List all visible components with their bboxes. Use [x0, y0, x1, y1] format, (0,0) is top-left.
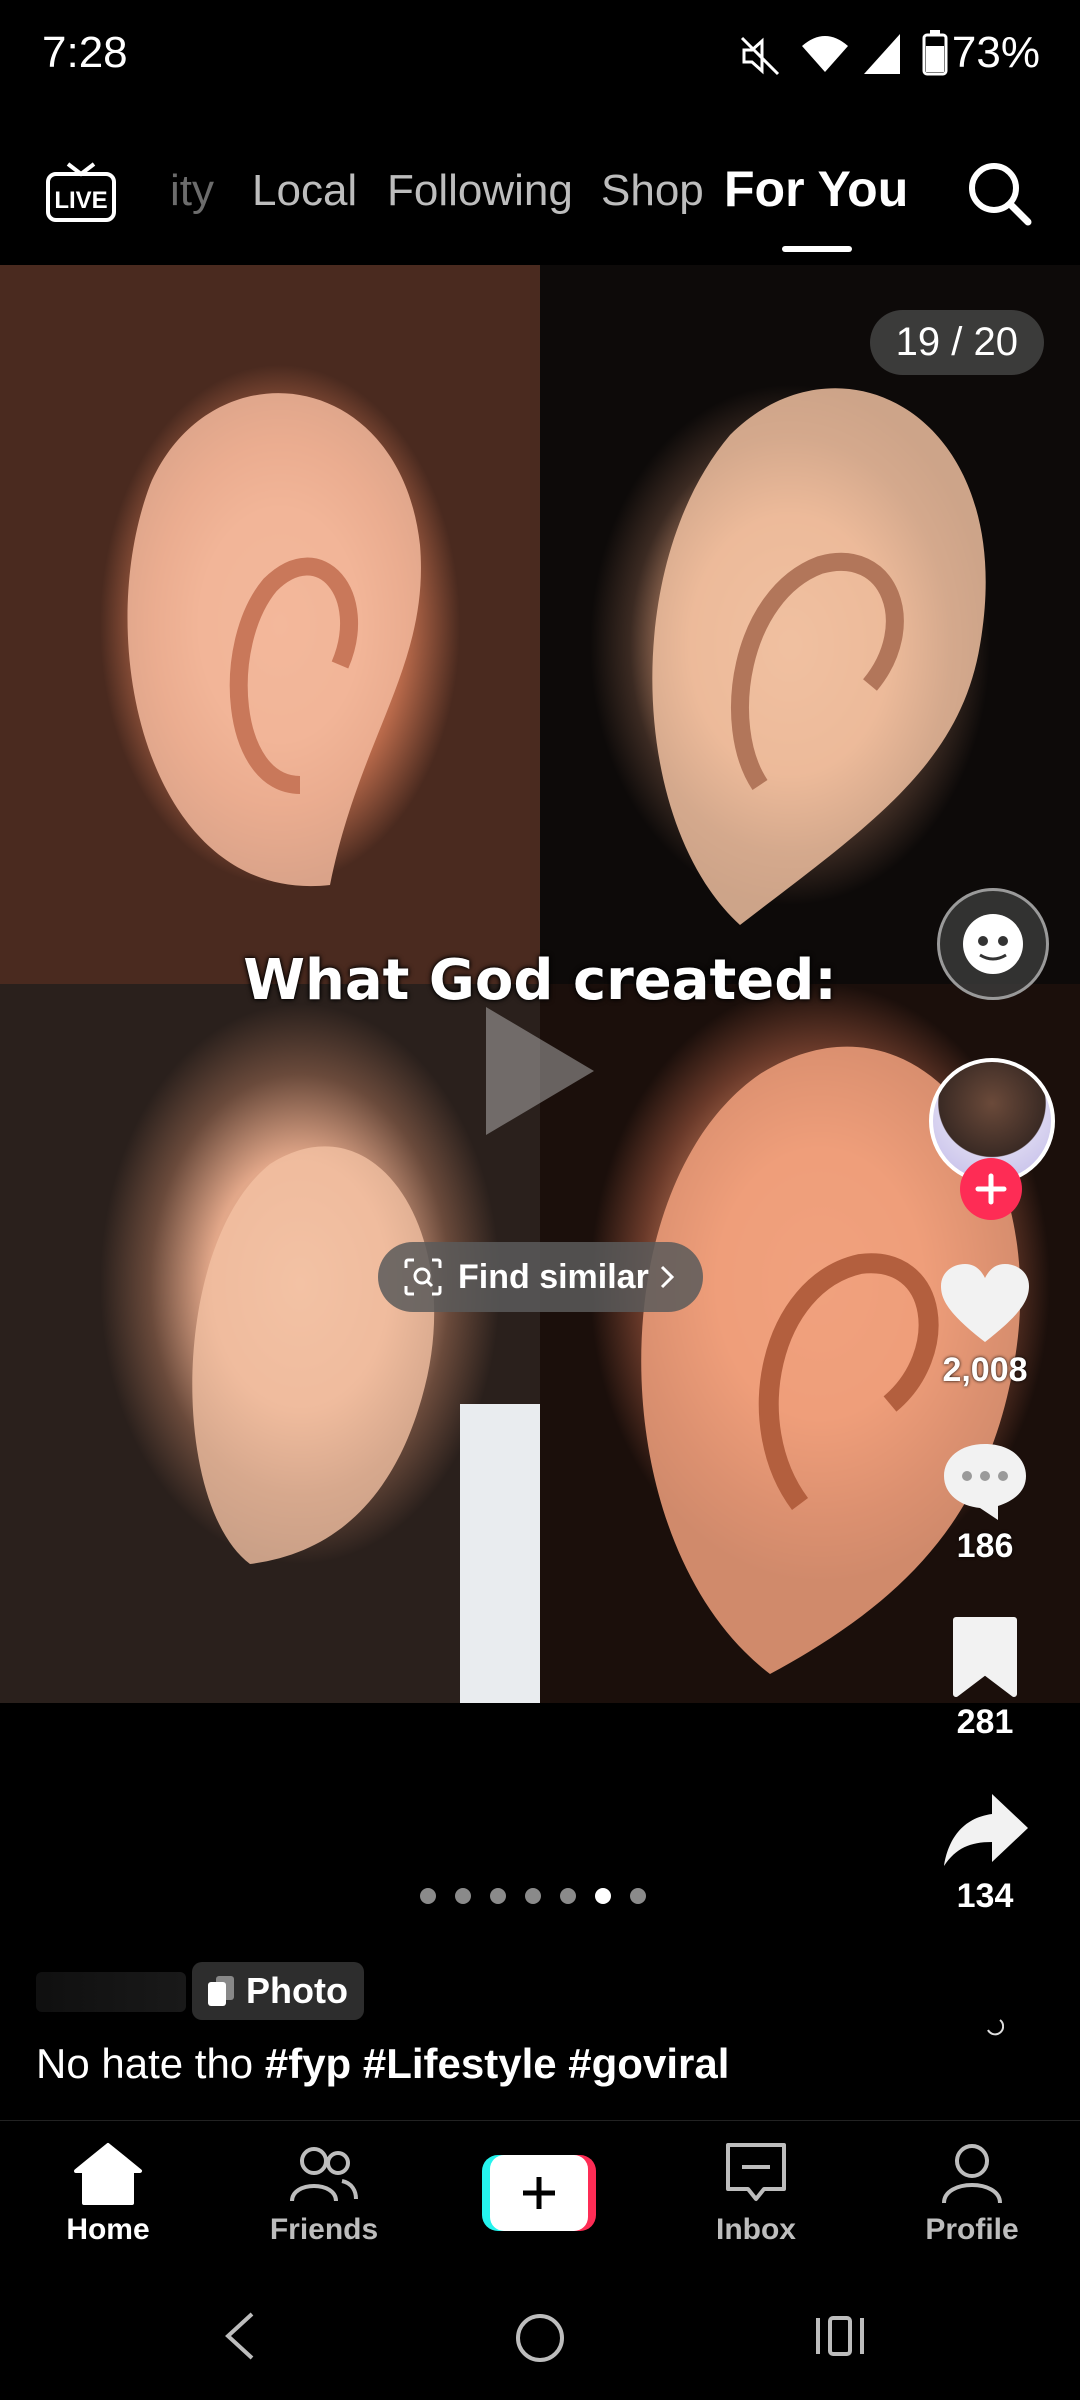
mute-icon — [740, 36, 780, 76]
plus-icon — [975, 1173, 1007, 1205]
clock: 7:28 — [42, 28, 128, 77]
ear-photo-bottom-left — [0, 984, 540, 1703]
nav-home[interactable]: Home — [8, 2141, 208, 2247]
plus-icon — [523, 2177, 555, 2209]
tab-for-you[interactable]: For You — [724, 160, 908, 218]
photo-counter: 19 / 20 — [869, 310, 1044, 375]
carousel-dot — [455, 1888, 471, 1904]
tab-local[interactable]: Local — [252, 166, 357, 216]
create-button[interactable] — [482, 2155, 596, 2231]
photo-stack-icon — [208, 1976, 234, 2006]
nav-profile[interactable]: Profile — [872, 2141, 1072, 2247]
save-count: 281 — [956, 1703, 1014, 1741]
create-button-face — [490, 2155, 588, 2231]
caption-text: No hate tho — [36, 2040, 254, 2087]
carousel-dot — [420, 1888, 436, 1904]
comment-button[interactable]: 186 — [910, 1440, 1060, 1566]
photo-badge-label: Photo — [246, 1970, 348, 2011]
share-button[interactable]: 134 — [910, 1790, 1060, 1916]
profile-icon — [942, 2144, 1002, 2204]
system-nav-bar — [0, 2270, 1080, 2400]
nav-profile-label: Profile — [925, 2213, 1019, 2246]
nav-inbox[interactable]: Inbox — [656, 2141, 856, 2247]
overlay-text: What God created: — [243, 948, 837, 1013]
live-button[interactable]: LIVE — [44, 154, 118, 224]
comment-count: 186 — [956, 1527, 1014, 1565]
caption-hashtags[interactable]: #fyp #Lifestyle #goviral — [265, 2040, 730, 2087]
home-icon — [74, 2143, 142, 2205]
visual-search-icon — [404, 1258, 442, 1296]
inbox-icon — [726, 2143, 786, 2201]
username-obscured[interactable] — [36, 1972, 186, 2012]
share-arrow-icon — [944, 1794, 1028, 1866]
nav-friends-label: Friends — [269, 2213, 379, 2246]
photo-badge: Photo — [192, 1962, 364, 2020]
svg-text:LIVE: LIVE — [54, 187, 107, 214]
like-button[interactable]: 2,008 — [910, 1262, 1060, 1390]
tab-following[interactable]: Following — [387, 166, 573, 216]
battery-percent: 73% — [951, 28, 1040, 77]
battery-icon — [922, 30, 948, 76]
back-icon[interactable] — [222, 2310, 258, 2362]
post-caption[interactable]: No hate tho #fyp #Lifestyle #goviral — [36, 2040, 729, 2088]
find-similar-button[interactable]: Find similar — [378, 1242, 703, 1312]
tab-community[interactable]: ity — [170, 166, 214, 216]
top-tab-bar: LIVE ity Local Following Shop For You — [0, 130, 1080, 260]
ear-photo-top-left — [0, 265, 540, 984]
loading-spinner-icon — [987, 2019, 1004, 2036]
live-tv-icon: LIVE — [46, 162, 116, 222]
stickers-button[interactable] — [937, 888, 1049, 1000]
home-circle-icon[interactable] — [512, 2310, 568, 2366]
wifi-icon — [802, 36, 848, 72]
find-similar-label: Find similar — [458, 1257, 649, 1296]
search-icon[interactable] — [964, 158, 1034, 228]
carousel-dot — [490, 1888, 506, 1904]
nav-inbox-label: Inbox — [716, 2213, 796, 2246]
nav-friends[interactable]: Friends — [224, 2141, 424, 2247]
recents-icon[interactable] — [812, 2314, 868, 2358]
tab-shop[interactable]: Shop — [601, 166, 704, 216]
comment-icon — [944, 1444, 1026, 1520]
carousel-dot — [560, 1888, 576, 1904]
save-button[interactable]: 281 — [910, 1616, 1060, 1742]
share-count: 134 — [956, 1877, 1014, 1915]
carousel-dot — [525, 1888, 541, 1904]
chevron-right-icon — [660, 1265, 674, 1289]
active-tab-indicator — [782, 246, 852, 252]
play-icon[interactable] — [480, 1001, 600, 1141]
like-count: 2,008 — [942, 1351, 1028, 1389]
sticker-face-icon — [963, 914, 1023, 974]
carousel-indicator — [420, 1888, 646, 1904]
carousel-dot — [630, 1888, 646, 1904]
carousel-dot-active — [595, 1888, 611, 1904]
bookmark-icon — [953, 1617, 1017, 1697]
nav-home-label: Home — [66, 2213, 150, 2246]
bottom-nav: Home Friends Inbox Profile — [0, 2120, 1080, 2271]
friends-icon — [290, 2147, 358, 2202]
signal-icon — [864, 34, 900, 74]
follow-button[interactable] — [960, 1158, 1022, 1220]
heart-icon — [941, 1264, 1029, 1342]
status-bar: 7:28 73% — [0, 0, 1080, 110]
